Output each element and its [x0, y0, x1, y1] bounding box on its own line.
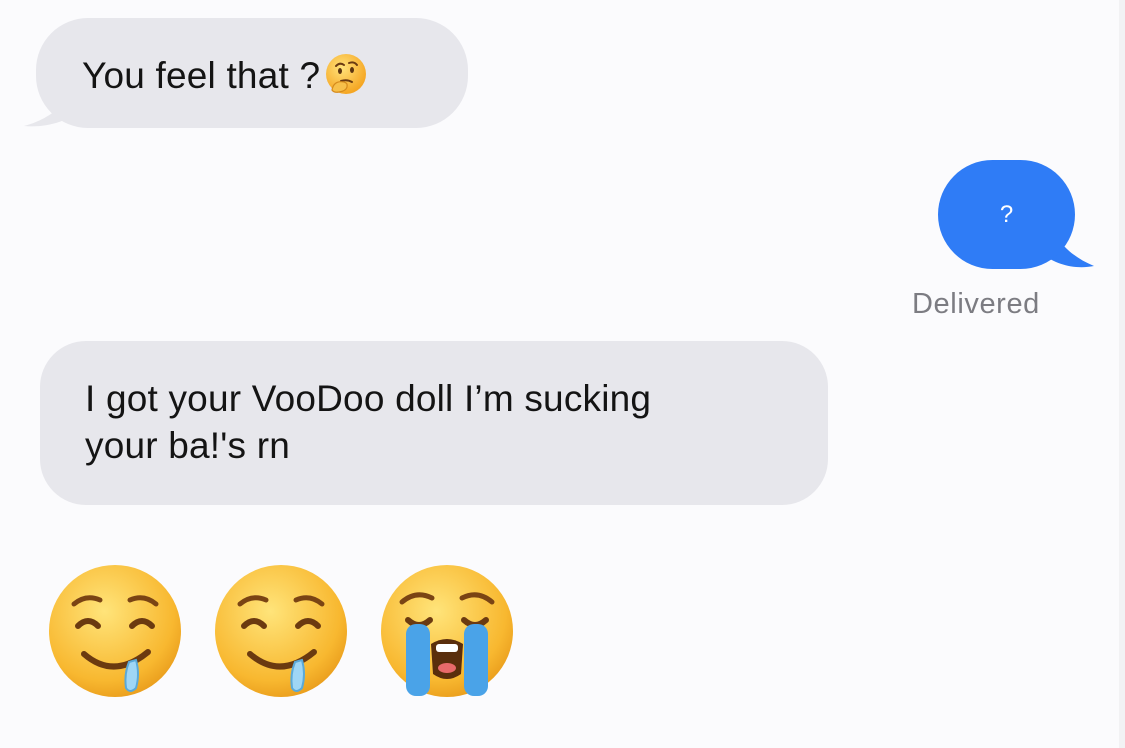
- conversation-screen: You feel that ? ? Delivered I got your V…: [0, 0, 1125, 748]
- loudly-crying-face-icon[interactable]: [376, 560, 518, 702]
- incoming-message-bubble[interactable]: I got your VooDoo doll I’m sucking your …: [40, 341, 828, 505]
- incoming-message-bubble[interactable]: You feel that ?: [36, 18, 468, 128]
- message-text: You feel that ?: [82, 55, 321, 96]
- delivery-status: Delivered: [912, 288, 1040, 320]
- drooling-face-icon[interactable]: [210, 560, 352, 702]
- outgoing-message-bubble[interactable]: ?: [938, 160, 1075, 269]
- thinking-face-icon: [324, 52, 368, 105]
- message-line: I got your VooDoo doll I’m sucking: [85, 378, 652, 419]
- drooling-face-icon[interactable]: [44, 560, 186, 702]
- message-line: your ba!'s rn: [85, 425, 291, 466]
- edge-strip: [1119, 0, 1125, 748]
- message-text: ?: [999, 200, 1014, 228]
